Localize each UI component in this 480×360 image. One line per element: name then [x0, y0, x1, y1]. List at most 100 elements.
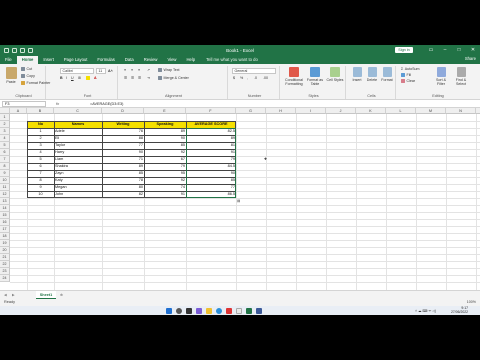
file-explorer-icon[interactable] [206, 307, 212, 314]
number-format-select[interactable]: General [232, 68, 276, 74]
row-header-17[interactable]: 17 [0, 226, 10, 233]
search-icon[interactable] [176, 307, 182, 314]
row-header-24[interactable]: 24 [0, 275, 10, 282]
table-cell-name[interactable]: Katy [55, 177, 101, 184]
clock[interactable]: 9:17 27/06/2022 [451, 306, 468, 314]
comma-icon[interactable]: , [247, 76, 248, 80]
worksheet-grid[interactable]: ABCDEFGHIJKLMNO1234567891011121314151617… [0, 108, 480, 290]
row-header-10[interactable]: 10 [0, 177, 10, 184]
table-cell-writing[interactable]: 82 [103, 191, 143, 198]
font-color-icon[interactable]: A [94, 76, 97, 80]
fill-button[interactable]: Fill [401, 73, 411, 77]
row-header-1[interactable]: 1 [0, 114, 10, 121]
table-cell-average[interactable]: 89 [187, 135, 235, 142]
table-cell-name[interactable]: John [55, 191, 101, 198]
table-cell-name[interactable]: Eli [55, 135, 101, 142]
table-cell-no[interactable]: 5 [28, 156, 53, 163]
row-header-5[interactable]: 5 [0, 142, 10, 149]
increase-decimal-icon[interactable]: .0 [254, 76, 257, 80]
table-cell-writing[interactable]: 85 [103, 170, 143, 177]
table-cell-speaking[interactable]: 90 [145, 135, 185, 142]
row-header-12[interactable]: 12 [0, 191, 10, 198]
table-cell-speaking[interactable]: 92 [145, 149, 185, 156]
column-header-m[interactable]: M [416, 108, 446, 114]
office-icon[interactable] [226, 307, 232, 314]
column-header-g[interactable]: G [236, 108, 266, 114]
borders-icon[interactable]: ⊞ [78, 76, 81, 80]
table-cell-average[interactable]: 77 [187, 184, 235, 191]
row-header-20[interactable]: 20 [0, 247, 10, 254]
table-cell-average[interactable]: 90 [187, 170, 235, 177]
zoom-level[interactable]: 100% [467, 299, 476, 306]
row-header-15[interactable]: 15 [0, 212, 10, 219]
column-header-d[interactable]: D [102, 108, 144, 114]
table-cell-no[interactable]: 6 [28, 163, 53, 170]
row-header-7[interactable]: 7 [0, 156, 10, 163]
tab-home[interactable]: Home [16, 56, 39, 64]
column-header-b[interactable]: B [27, 108, 54, 114]
middle-align-icon[interactable]: ≡ [131, 68, 133, 72]
close-icon[interactable]: ✕ [466, 45, 480, 55]
insert-cells-button[interactable]: Insert [349, 67, 365, 82]
row-header-6[interactable]: 6 [0, 149, 10, 156]
column-header-j[interactable]: J [326, 108, 356, 114]
maximize-icon[interactable]: □ [452, 45, 466, 55]
excel-taskbar-icon[interactable] [246, 307, 252, 314]
column-header-c[interactable]: C [54, 108, 102, 114]
percent-icon[interactable]: % [240, 76, 243, 80]
indent-icon[interactable]: ⇥ [147, 76, 150, 80]
table-cell-no[interactable]: 4 [28, 149, 53, 156]
table-cell-name[interactable]: Zayn [55, 170, 101, 177]
table-cell-writing[interactable]: 88 [103, 135, 143, 142]
row-header-22[interactable]: 22 [0, 261, 10, 268]
table-cell-name[interactable]: Megan [55, 184, 101, 191]
table-cell-average[interactable]: 84.5 [187, 163, 235, 170]
table-cell-name[interactable]: Taylor [55, 142, 101, 149]
align-center-icon[interactable]: ☰ [131, 76, 134, 80]
row-header-9[interactable]: 9 [0, 170, 10, 177]
table-cell-speaking[interactable]: 95 [145, 170, 185, 177]
add-sheet-icon[interactable]: ⊕ [60, 293, 63, 297]
minimize-icon[interactable]: – [438, 45, 452, 55]
app-taskbar-icon[interactable] [256, 307, 262, 314]
table-cell-name[interactable]: Shakira [55, 163, 101, 170]
table-cell-name[interactable]: Liam [55, 156, 101, 163]
table-cell-writing[interactable]: 71 [103, 156, 143, 163]
table-cell-speaking[interactable]: 89 [145, 128, 185, 135]
sort-filter-button[interactable]: Sort & Filter [432, 67, 450, 86]
table-cell-average[interactable]: 79 [187, 156, 235, 163]
bottom-align-icon[interactable]: ≡ [138, 68, 140, 72]
tab-review[interactable]: Review [139, 56, 163, 64]
column-header-e[interactable]: E [144, 108, 186, 114]
row-header-4[interactable]: 4 [0, 135, 10, 142]
table-cell-no[interactable]: 2 [28, 135, 53, 142]
table-cell-no[interactable]: 9 [28, 184, 53, 191]
table-cell-speaking[interactable]: 92 [145, 177, 185, 184]
copy-button[interactable]: Copy [21, 74, 35, 78]
row-header-16[interactable]: 16 [0, 219, 10, 226]
row-header-21[interactable]: 21 [0, 254, 10, 261]
align-left-icon[interactable]: ☰ [124, 76, 127, 80]
table-cell-writing[interactable]: 89 [103, 163, 143, 170]
tab-data[interactable]: Data [120, 56, 139, 64]
merge-center-button[interactable]: Merge & Center [158, 76, 189, 80]
column-header-n[interactable]: N [446, 108, 476, 114]
format-as-table-button[interactable]: Format as Table [306, 67, 324, 86]
tab-view[interactable]: View [162, 56, 181, 64]
column-header-k[interactable]: K [356, 108, 386, 114]
row-header-11[interactable]: 11 [0, 184, 10, 191]
grow-font-icon[interactable]: A˄ [108, 69, 113, 73]
table-header-average[interactable]: AVERAGE SCORE [186, 121, 236, 128]
cell-styles-button[interactable]: Cell Styles [326, 67, 344, 82]
table-cell-speaking[interactable]: 67 [145, 156, 185, 163]
table-cell-average[interactable]: 81 [187, 142, 235, 149]
tab-formulas[interactable]: Formulas [92, 56, 119, 64]
table-header-no[interactable]: No [27, 121, 54, 128]
row-header-18[interactable]: 18 [0, 233, 10, 240]
tab-file[interactable]: File [0, 56, 17, 64]
formula-input[interactable]: =AVERAGE(D3:E3) [90, 102, 123, 106]
row-header-8[interactable]: 8 [0, 163, 10, 170]
autosum-button[interactable]: Σ AutoSum [401, 67, 420, 71]
table-cell-average[interactable]: 85 [187, 177, 235, 184]
font-size-select[interactable]: 11 [96, 68, 106, 74]
